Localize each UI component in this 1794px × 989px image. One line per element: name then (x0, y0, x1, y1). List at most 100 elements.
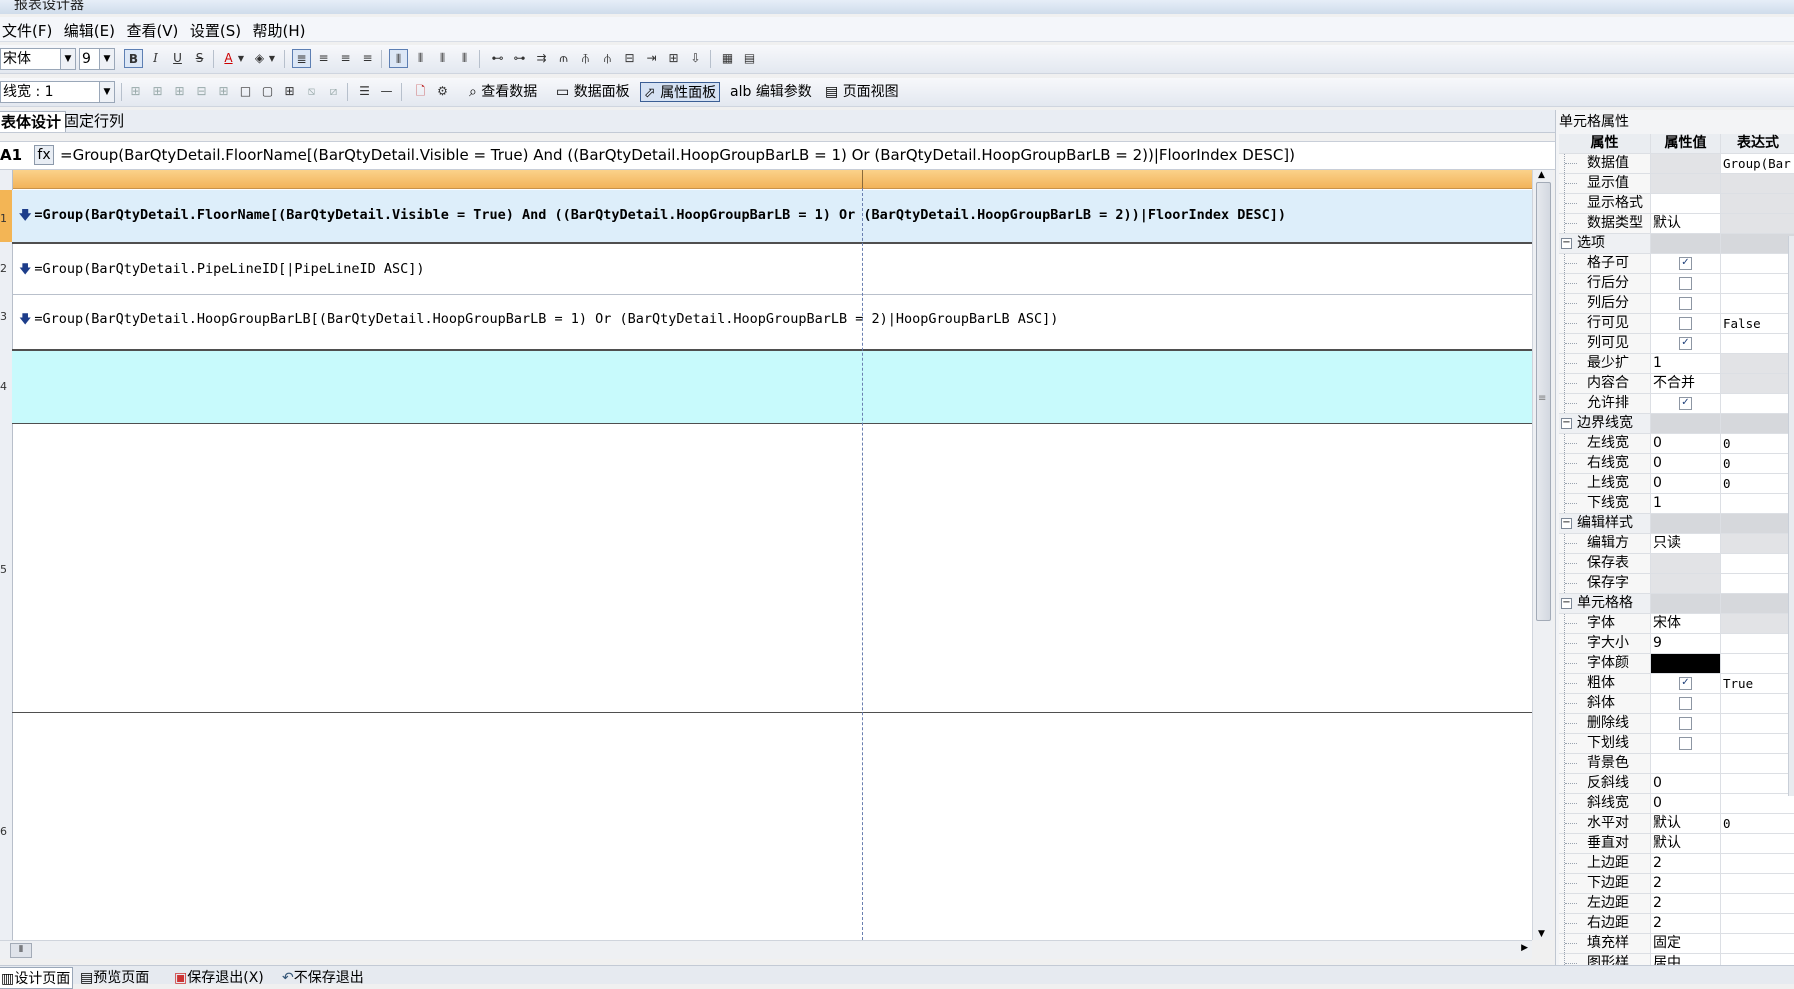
property-expression[interactable] (1721, 854, 1794, 873)
italic-button[interactable]: I (146, 49, 165, 68)
property-value[interactable] (1651, 274, 1721, 293)
property-row[interactable]: 允许排 ✓ (1559, 394, 1794, 414)
property-row[interactable]: 行后分 (1559, 274, 1794, 294)
property-value[interactable]: 默认 (1651, 814, 1721, 833)
border-horizontal-icon[interactable]: ⊟ (192, 82, 211, 101)
property-value[interactable]: 0 (1651, 474, 1721, 493)
property-expression[interactable] (1721, 214, 1794, 233)
row-number[interactable]: 1 (0, 212, 12, 225)
chevron-down-icon[interactable]: ▼ (267, 49, 277, 68)
property-row[interactable]: 显示值 (1559, 174, 1794, 194)
property-expression[interactable] (1721, 894, 1794, 913)
grid-icon[interactable]: ▦ (718, 49, 737, 68)
property-row[interactable]: 删除线 (1559, 714, 1794, 734)
append-column-icon[interactable]: ⫛ (598, 49, 617, 68)
property-category[interactable]: − 选项 (1559, 234, 1794, 254)
property-expression[interactable]: False (1721, 314, 1794, 333)
property-expression[interactable] (1721, 534, 1794, 553)
align-right-icon[interactable]: ≡ (358, 49, 377, 68)
category-name[interactable]: − 边界线宽 (1559, 414, 1651, 433)
diagonal-up-icon[interactable]: ⧄ (324, 82, 343, 101)
tools-icon[interactable]: ⚙ (433, 82, 452, 101)
property-expression[interactable] (1721, 934, 1794, 953)
checkbox-unchecked[interactable] (1679, 737, 1692, 750)
row-number[interactable]: 3 (0, 310, 12, 323)
property-category[interactable]: − 单元格格 (1559, 594, 1794, 614)
property-row[interactable]: 左边距 2 (1559, 894, 1794, 914)
property-row[interactable]: 水平对 默认 0 (1559, 814, 1794, 834)
border-vertical-icon[interactable]: ⊞ (170, 82, 189, 101)
property-expression[interactable]: True (1721, 674, 1794, 693)
property-expression[interactable] (1721, 754, 1794, 773)
property-expression[interactable]: 0 (1721, 454, 1794, 473)
design-page-button[interactable]: ▥设计页面 (0, 967, 74, 989)
insert-row-after-icon[interactable]: ⊶ (510, 49, 529, 68)
property-row[interactable]: 数据值 Group(Bar (1559, 154, 1794, 174)
collapse-icon[interactable]: − (1561, 418, 1572, 429)
property-row[interactable]: 最少扩 1 (1559, 354, 1794, 374)
data-panel-button[interactable]: ▭ 数据面板 (553, 82, 633, 102)
property-value[interactable]: ✓ (1651, 394, 1721, 413)
property-row[interactable]: 右线宽 0 0 (1559, 454, 1794, 474)
property-value[interactable]: 固定 (1651, 934, 1721, 953)
diagonal-down-icon[interactable]: ⧅ (302, 82, 321, 101)
property-row[interactable]: 字体颜 (1559, 654, 1794, 674)
row-number[interactable]: 2 (0, 262, 12, 275)
underline-button[interactable]: U (168, 49, 187, 68)
horizontal-scrollbar[interactable]: ⦀ ▶ (0, 940, 1532, 959)
table-row[interactable] (12, 424, 1532, 713)
scroll-thumb[interactable]: ⦀ (10, 943, 32, 958)
property-expression[interactable] (1721, 554, 1794, 573)
property-value[interactable]: 不合并 (1651, 374, 1721, 393)
property-expression[interactable] (1721, 694, 1794, 713)
table-row[interactable] (12, 713, 1532, 939)
property-row[interactable]: 左线宽 0 0 (1559, 434, 1794, 454)
property-value[interactable] (1651, 694, 1721, 713)
tab-body-design[interactable]: 表体设计 (0, 111, 67, 132)
property-row[interactable]: 右边距 2 (1559, 914, 1794, 934)
checkbox-unchecked[interactable] (1679, 297, 1692, 310)
property-row[interactable]: 下边距 2 (1559, 874, 1794, 894)
split-cells-icon[interactable]: ⇩ (686, 49, 705, 68)
property-row[interactable]: 列可见 ✓ (1559, 334, 1794, 354)
property-value[interactable]: 宋体 (1651, 614, 1721, 633)
property-row[interactable]: 填充样 固定 (1559, 934, 1794, 954)
property-expression[interactable] (1721, 794, 1794, 813)
insert-row-icon[interactable]: ⊷ (488, 49, 507, 68)
align-justify-icon[interactable]: ≣ (292, 49, 311, 68)
property-value[interactable]: 默认 (1651, 214, 1721, 233)
property-row[interactable]: 下线宽 1 (1559, 494, 1794, 514)
formula-input[interactable]: =Group(BarQtyDetail.FloorName[(BarQtyDet… (60, 146, 1295, 164)
property-value[interactable]: 9 (1651, 634, 1721, 653)
property-expression[interactable] (1721, 274, 1794, 293)
checkbox-unchecked[interactable] (1679, 697, 1692, 710)
panel-scrollbar[interactable] (1788, 236, 1794, 796)
property-value[interactable]: 1 (1651, 494, 1721, 513)
cell-formula[interactable]: 🡇 =Group(BarQtyDetail.PipeLineID[|PipeLin… (19, 260, 424, 281)
report-grid[interactable]: 1 🡇 =Group(BarQtyDetail.FloorName[(BarQty… (0, 170, 1532, 940)
table-row[interactable]: 🡇 =Group(BarQtyDetail.FloorName[(BarQtyDe… (12, 190, 1532, 244)
checkbox-checked[interactable]: ✓ (1679, 677, 1692, 690)
menu-settings[interactable]: 设置(S) (188, 17, 246, 41)
checkbox-unchecked[interactable] (1679, 277, 1692, 290)
menu-view[interactable]: 查看(V) (124, 17, 183, 41)
border-box-icon[interactable]: ▢ (258, 82, 277, 101)
row-number[interactable]: 6 (0, 825, 12, 838)
category-name[interactable]: − 单元格格 (1559, 594, 1651, 613)
font-name-select[interactable]: 宋体 ▼ (0, 48, 76, 70)
property-value[interactable]: 默认 (1651, 834, 1721, 853)
property-row[interactable]: 列后分 (1559, 294, 1794, 314)
property-row[interactable]: 垂直对 默认 (1559, 834, 1794, 854)
page-view-button[interactable]: ▤ 页面视图 (822, 82, 902, 102)
append-row-icon[interactable]: ⇉ (532, 49, 551, 68)
property-value[interactable]: 2 (1651, 894, 1721, 913)
property-value[interactable] (1651, 174, 1721, 193)
property-row[interactable]: 数据类型 默认 (1559, 214, 1794, 234)
property-expression[interactable] (1721, 914, 1794, 933)
property-value[interactable]: 0 (1651, 794, 1721, 813)
property-row[interactable]: 斜线宽 0 (1559, 794, 1794, 814)
property-row[interactable]: 字体 宋体 (1559, 614, 1794, 634)
font-size-select[interactable]: 9 ▼ (79, 48, 115, 70)
property-value[interactable]: 2 (1651, 854, 1721, 873)
checkbox-unchecked[interactable] (1679, 717, 1692, 730)
